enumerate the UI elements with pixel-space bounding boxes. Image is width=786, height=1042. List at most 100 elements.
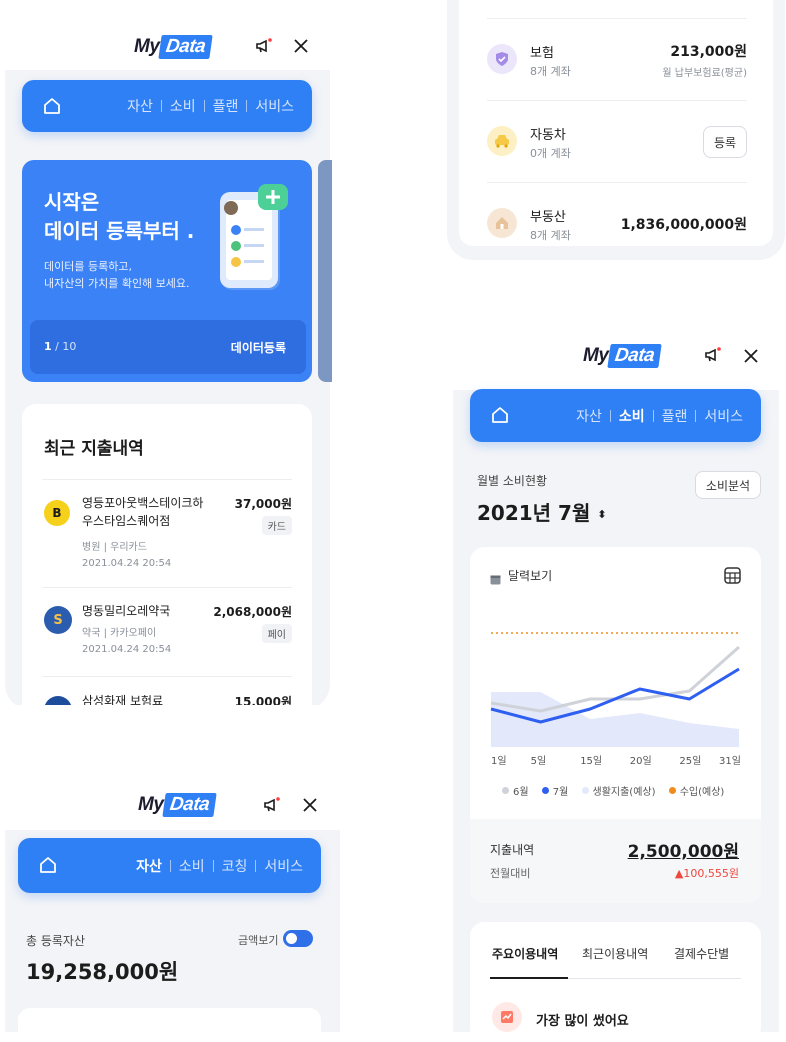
category: 병원 | 우리카드 — [82, 542, 147, 553]
home-icon[interactable] — [490, 405, 510, 425]
tab-spending[interactable]: 소비 — [179, 856, 205, 876]
merchant-logo: S — [44, 606, 72, 634]
tab-plan[interactable]: 플랜 — [662, 406, 688, 426]
nav-bar: 자산 소비 코칭 서비스 — [18, 838, 321, 893]
tab-service[interactable]: 서비스 — [255, 96, 294, 116]
nav-bar: 자산 소비 플랜 서비스 — [470, 389, 761, 442]
spend-label: 지출내역 — [490, 843, 535, 857]
tab-recent-usage[interactable]: 최근이용내역 — [582, 945, 648, 962]
tab-service[interactable]: 서비스 — [704, 406, 743, 426]
phone-illustration — [214, 184, 294, 294]
close-icon[interactable] — [743, 348, 759, 364]
merchant-name: 영등포아웃백스테이크하 — [82, 496, 204, 510]
most-used-label: 가장 많이 썼어요 — [536, 1014, 629, 1029]
asset-value: 1,836,000,000원 — [620, 217, 747, 233]
megaphone-icon[interactable] — [703, 345, 723, 365]
legend-item: 6월 — [502, 783, 529, 798]
date: 2021.04.24 20:54 — [82, 558, 172, 569]
compare-value: ▲100,555원 — [674, 867, 739, 880]
register-data-button[interactable]: 데이터등록 — [231, 339, 286, 356]
asset-name: 부동산 — [530, 210, 566, 225]
home-icon[interactable] — [42, 96, 62, 116]
payment-tag: 카드 — [261, 516, 292, 535]
close-icon[interactable] — [302, 797, 318, 813]
close-icon[interactable] — [293, 38, 309, 54]
tab-divider — [246, 100, 248, 112]
tab-main-usage[interactable]: 주요이용내역 — [492, 945, 558, 962]
banner-title-2: 데이터 등록부터 . — [44, 219, 195, 243]
table-view-icon[interactable] — [724, 567, 741, 584]
divider — [487, 18, 747, 19]
tab-coaching[interactable]: 코칭 — [222, 856, 248, 876]
tab-divider — [160, 100, 162, 112]
asset-name: 자동차 — [530, 128, 566, 143]
x-tick-label: 15일 — [580, 756, 603, 767]
tab-divider — [203, 100, 205, 112]
home-icon[interactable] — [38, 855, 58, 875]
compare-label: 전월대비 — [490, 867, 531, 880]
month-selector[interactable]: 2021년 7월 ⬍ — [477, 497, 607, 526]
amount-toggle[interactable] — [283, 930, 313, 947]
x-tick-label: 25일 — [679, 756, 702, 767]
spend-value[interactable]: 2,500,000원 — [628, 837, 739, 862]
calendar-view-label[interactable]: 달력보기 — [508, 567, 552, 584]
next-banner-peek — [318, 160, 332, 382]
chart-card: 달력보기 1일 5일 15일 20일 25일 31일 6월 7월 생활지출(예상) 수입(… — [470, 547, 761, 903]
amount: 2,068,000원 — [213, 605, 292, 619]
tab-spending[interactable]: 소비 — [619, 406, 645, 426]
trend-icon — [492, 1002, 522, 1032]
list-item[interactable]: 부동산 8개 계좌 1,836,000,000원 — [487, 200, 747, 250]
tab-divider — [212, 859, 214, 872]
logo: My Data — [138, 793, 218, 817]
promo-banner[interactable]: 시작은 데이터 등록부터 . 데이터를 등록하고, 내자산의 가치를 확인해 보… — [22, 160, 312, 382]
page-current: 1 — [44, 340, 52, 353]
asset-value: 213,000원 — [670, 44, 747, 60]
tab-assets[interactable]: 자산 — [136, 856, 162, 876]
x-tick-label: 20일 — [629, 756, 652, 767]
register-car-button[interactable]: 등록 — [703, 126, 747, 158]
active-tab-indicator — [490, 977, 568, 979]
list-item[interactable]: B 영등포아웃백스테이크하 우스타임스퀘어점 37,000원 카드 병원 | 우… — [42, 492, 292, 582]
x-tick-label: 5일 — [530, 756, 547, 767]
merchant-logo: B — [44, 500, 70, 526]
tab-by-payment[interactable]: 결제수단별 — [674, 945, 729, 962]
divider — [42, 587, 292, 588]
asset-value-desc: 월 납부보험료(평균) — [662, 68, 747, 79]
banner-desc-1: 데이터를 등록하고, — [44, 260, 132, 273]
spending-chart — [490, 632, 740, 747]
banner-desc-2: 내자산의 가치를 확인해 보세요. — [44, 277, 190, 290]
legend-item: 수입(예상) — [668, 783, 724, 798]
monthly-label: 월별 소비현황 — [477, 474, 548, 488]
usage-card: 주요이용내역 최근이용내역 결제수단별 가장 많이 썼어요 — [470, 922, 761, 1042]
spend-summary: 지출내역 전월대비 2,500,000원 ▲100,555원 — [470, 819, 761, 903]
list-item[interactable]: 보험 8개 계좌 213,000원 월 납부보험료(평균) — [487, 36, 747, 86]
merchant-name: 명동밀리오레약국 — [82, 604, 171, 618]
tab-plan[interactable]: 플랜 — [213, 96, 239, 116]
calendar-icon — [490, 570, 501, 585]
divider — [42, 676, 292, 677]
megaphone-icon[interactable] — [254, 36, 274, 56]
page-total: / 10 — [55, 340, 77, 353]
x-tick-label: 1일 — [491, 756, 507, 767]
list-item[interactable]: 자동차 0개 계좌 등록 — [487, 118, 747, 168]
megaphone-icon[interactable] — [262, 795, 282, 815]
tab-assets[interactable]: 자산 — [576, 406, 602, 426]
date: 2021.04.24 20:54 — [82, 644, 172, 655]
tab-divider — [255, 859, 257, 872]
month-value: 2021년 7월 — [477, 501, 591, 525]
chart-legend: 6월 7월 생활지출(예상) 수입(예상) — [502, 783, 734, 798]
category: 약국 | 카카오페이 — [82, 628, 157, 639]
merchant-name-2: 우스타임스퀘어점 — [82, 514, 171, 528]
tab-assets[interactable]: 자산 — [127, 96, 153, 116]
tab-spending[interactable]: 소비 — [170, 96, 196, 116]
logo: My Data — [583, 344, 663, 368]
list-item[interactable]: S 명동밀리오레약국 2,068,000원 페이 약국 | 카카오페이 2021… — [42, 600, 292, 670]
asset-card — [18, 1008, 321, 1038]
divider — [487, 100, 747, 101]
tab-divider — [609, 409, 611, 422]
x-tick-label: 31일 — [719, 756, 741, 767]
spending-analysis-button[interactable]: 소비분석 — [695, 471, 761, 499]
tab-service[interactable]: 서비스 — [264, 856, 303, 876]
logo: My Data — [134, 35, 214, 59]
house-icon — [487, 208, 517, 238]
